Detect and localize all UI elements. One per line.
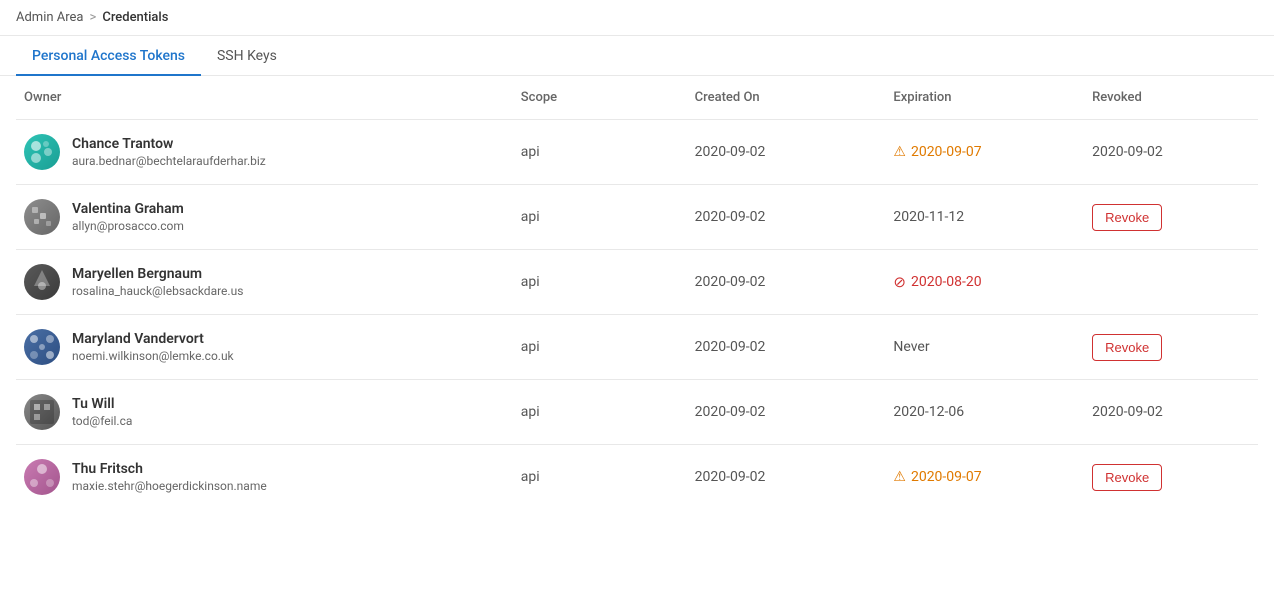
- scope-cell: api: [513, 250, 687, 315]
- avatar: [24, 329, 60, 365]
- expiration-warning: ⚠ 2020-09-07: [893, 144, 1076, 160]
- owner-info: Maryland Vandervort noemi.wilkinson@lemk…: [72, 331, 234, 363]
- owner-email: aura.bednar@bechtelaraufderhar.biz: [72, 154, 266, 168]
- table-container: Owner Scope Created On Expiration Revoke…: [0, 76, 1274, 509]
- col-header-scope: Scope: [513, 76, 687, 120]
- owner-name: Chance Trantow: [72, 136, 266, 152]
- table-row: Chance Trantow aura.bednar@bechtelaraufd…: [16, 120, 1258, 185]
- owner-email: rosalina_hauck@lebsackdare.us: [72, 284, 243, 298]
- created-cell: 2020-09-02: [687, 315, 886, 380]
- col-header-owner: Owner: [16, 76, 513, 120]
- owner-info: Chance Trantow aura.bednar@bechtelaraufd…: [72, 136, 266, 168]
- revoke-button[interactable]: Revoke: [1092, 204, 1162, 231]
- revoke-button[interactable]: Revoke: [1092, 334, 1162, 361]
- avatar: [24, 264, 60, 300]
- owner-name: Thu Fritsch: [72, 461, 267, 477]
- owner-cell: Maryland Vandervort noemi.wilkinson@lemk…: [16, 315, 513, 380]
- warning-icon: ⚠: [893, 469, 906, 485]
- owner-cell: Maryellen Bergnaum rosalina_hauck@lebsac…: [16, 250, 513, 315]
- scope-cell: api: [513, 120, 687, 185]
- warning-icon: ⚠: [893, 144, 906, 160]
- owner-email: maxie.stehr@hoegerdickinson.name: [72, 479, 267, 493]
- revoked-cell: 2020-09-02: [1084, 120, 1258, 185]
- owner-cell: Chance Trantow aura.bednar@bechtelaraufd…: [16, 120, 513, 185]
- created-cell: 2020-09-02: [687, 250, 886, 315]
- created-cell: 2020-09-02: [687, 445, 886, 510]
- expiration-expired: ⊘ 2020-08-20: [893, 273, 1076, 291]
- revoked-cell: [1084, 250, 1258, 315]
- scope-cell: api: [513, 380, 687, 445]
- col-header-expiration: Expiration: [885, 76, 1084, 120]
- revoke-button[interactable]: Revoke: [1092, 464, 1162, 491]
- owner-email: allyn@prosacco.com: [72, 219, 184, 233]
- scope-cell: api: [513, 315, 687, 380]
- avatar: [24, 394, 60, 430]
- owner-cell: Thu Fritsch maxie.stehr@hoegerdickinson.…: [16, 445, 513, 510]
- expiration-cell: ⚠ 2020-09-07: [885, 445, 1084, 510]
- expiration-warning: ⚠ 2020-09-07: [893, 469, 1076, 485]
- table-row: Maryland Vandervort noemi.wilkinson@lemk…: [16, 315, 1258, 380]
- breadcrumb-current: Credentials: [102, 10, 168, 25]
- scope-cell: api: [513, 445, 687, 510]
- breadcrumb-separator: >: [90, 10, 97, 25]
- owner-email: noemi.wilkinson@lemke.co.uk: [72, 349, 234, 363]
- table-row: Maryellen Bergnaum rosalina_hauck@lebsac…: [16, 250, 1258, 315]
- created-cell: 2020-09-02: [687, 380, 886, 445]
- owner-info: Valentina Graham allyn@prosacco.com: [72, 201, 184, 233]
- tab-ssh-keys[interactable]: SSH Keys: [201, 36, 293, 76]
- table-row: Thu Fritsch maxie.stehr@hoegerdickinson.…: [16, 445, 1258, 510]
- revoked-cell: Revoke: [1084, 445, 1258, 510]
- owner-info: Maryellen Bergnaum rosalina_hauck@lebsac…: [72, 266, 243, 298]
- avatar: [24, 134, 60, 170]
- breadcrumb: Admin Area > Credentials: [0, 0, 1274, 36]
- expiration-cell: ⊘ 2020-08-20: [885, 250, 1084, 315]
- created-cell: 2020-09-02: [687, 120, 886, 185]
- revoked-cell: Revoke: [1084, 185, 1258, 250]
- owner-name: Valentina Graham: [72, 201, 184, 217]
- created-cell: 2020-09-02: [687, 185, 886, 250]
- col-header-created: Created On: [687, 76, 886, 120]
- avatar: [24, 459, 60, 495]
- owner-cell: Tu Will tod@feil.ca: [16, 380, 513, 445]
- expiration-cell: Never: [885, 315, 1084, 380]
- owner-email: tod@feil.ca: [72, 414, 132, 428]
- expiration-cell: 2020-11-12: [885, 185, 1084, 250]
- owner-name: Maryellen Bergnaum: [72, 266, 243, 282]
- expiration-cell: 2020-12-06: [885, 380, 1084, 445]
- avatar: [24, 199, 60, 235]
- owner-name: Tu Will: [72, 396, 132, 412]
- table-row: Tu Will tod@feil.ca api2020-09-022020-12…: [16, 380, 1258, 445]
- credentials-table: Owner Scope Created On Expiration Revoke…: [16, 76, 1258, 509]
- revoked-cell: 2020-09-02: [1084, 380, 1258, 445]
- expiration-cell: ⚠ 2020-09-07: [885, 120, 1084, 185]
- owner-cell: Valentina Graham allyn@prosacco.com: [16, 185, 513, 250]
- revoked-cell: Revoke: [1084, 315, 1258, 380]
- scope-cell: api: [513, 185, 687, 250]
- expired-icon: ⊘: [893, 273, 906, 291]
- tab-personal-access-tokens[interactable]: Personal Access Tokens: [16, 36, 201, 76]
- owner-info: Thu Fritsch maxie.stehr@hoegerdickinson.…: [72, 461, 267, 493]
- breadcrumb-parent[interactable]: Admin Area: [16, 10, 84, 25]
- owner-info: Tu Will tod@feil.ca: [72, 396, 132, 428]
- col-header-revoked: Revoked: [1084, 76, 1258, 120]
- tabs: Personal Access Tokens SSH Keys: [0, 36, 1274, 76]
- owner-name: Maryland Vandervort: [72, 331, 234, 347]
- table-row: Valentina Graham allyn@prosacco.com api2…: [16, 185, 1258, 250]
